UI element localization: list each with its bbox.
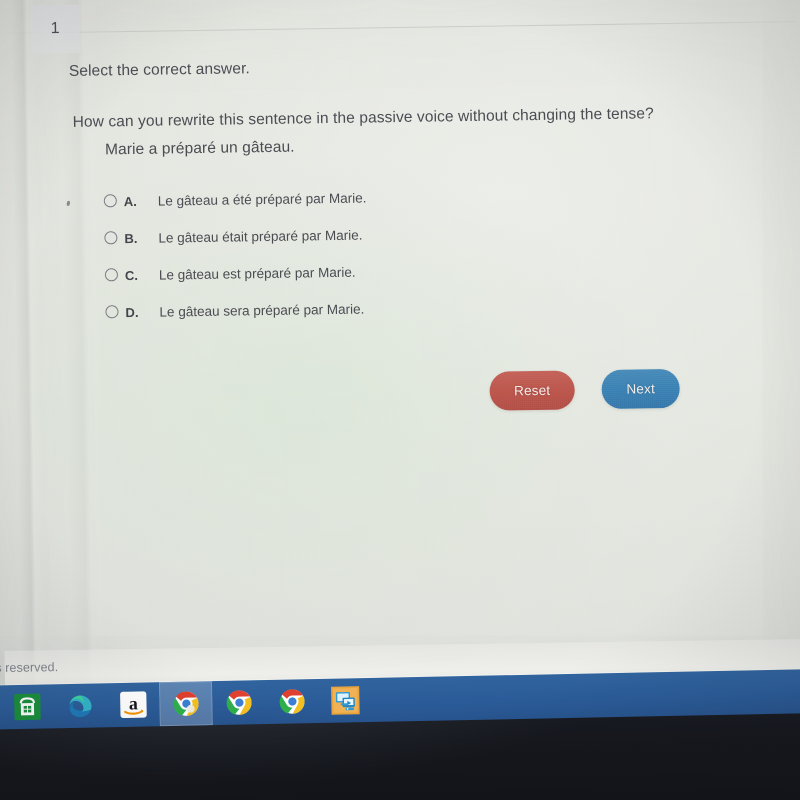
radio-button-d[interactable] <box>105 305 119 319</box>
option-letter: C. <box>124 267 139 284</box>
taskbar-item-google-chrome[interactable] <box>265 679 319 724</box>
question-block: How can you rewrite this sentence in the… <box>72 100 654 165</box>
remote-desktop-icon <box>330 686 360 715</box>
question-sentence: Marie a préparé un gâteau. <box>104 138 295 159</box>
radio-button-c[interactable] <box>104 268 119 282</box>
laptop-screen-photo: 1 Select the correct answer. How can you… <box>0 0 800 800</box>
next-button[interactable]: Next <box>601 368 680 410</box>
option-label: Le gâteau a été préparé par Marie. <box>157 190 367 209</box>
quiz-page: 1 Select the correct answer. How can you… <box>0 0 800 696</box>
action-buttons: Reset Next <box>489 368 680 411</box>
radio-button-a[interactable] <box>103 194 117 208</box>
google-chrome-icon <box>279 689 305 714</box>
svg-text:a: a <box>128 693 137 713</box>
taskbar-item-google-chrome[interactable] <box>158 681 213 727</box>
google-chrome-icon <box>226 690 252 715</box>
header-divider <box>0 21 796 34</box>
option-letter: B. <box>124 230 138 247</box>
prompt-text: Select the correct answer. <box>68 60 250 80</box>
question-text: How can you rewrite this sentence in the… <box>72 105 654 131</box>
question-number-tab[interactable]: 1 <box>30 4 80 54</box>
taskbar-item-amazon[interactable]: a <box>106 682 160 727</box>
taskbar-item-remote-desktop[interactable] <box>318 678 372 723</box>
microsoft-edge-icon <box>69 695 92 718</box>
radio-button-b[interactable] <box>104 231 118 245</box>
option-letter: A. <box>123 193 137 210</box>
google-chrome-icon <box>173 691 199 716</box>
taskbar-item-microsoft-store[interactable] <box>0 684 54 729</box>
taskbar-item-microsoft-edge[interactable] <box>53 683 107 728</box>
question-number: 1 <box>50 20 60 38</box>
option-letter: D. <box>125 304 139 321</box>
screen-surface: 1 Select the correct answer. How can you… <box>0 0 800 723</box>
taskbar-item-google-chrome[interactable] <box>212 680 266 725</box>
reset-button[interactable]: Reset <box>489 370 575 411</box>
microsoft-store-icon <box>13 693 41 721</box>
amazon-icon: a <box>119 691 147 719</box>
option-d[interactable]: D. Le gâteau sera préparé par Marie. <box>105 297 625 342</box>
dust-speck <box>66 200 71 207</box>
answer-options: A. Le gâteau a été préparé par Marie. B.… <box>103 186 626 342</box>
copyright-text: ights reserved. <box>0 660 59 675</box>
